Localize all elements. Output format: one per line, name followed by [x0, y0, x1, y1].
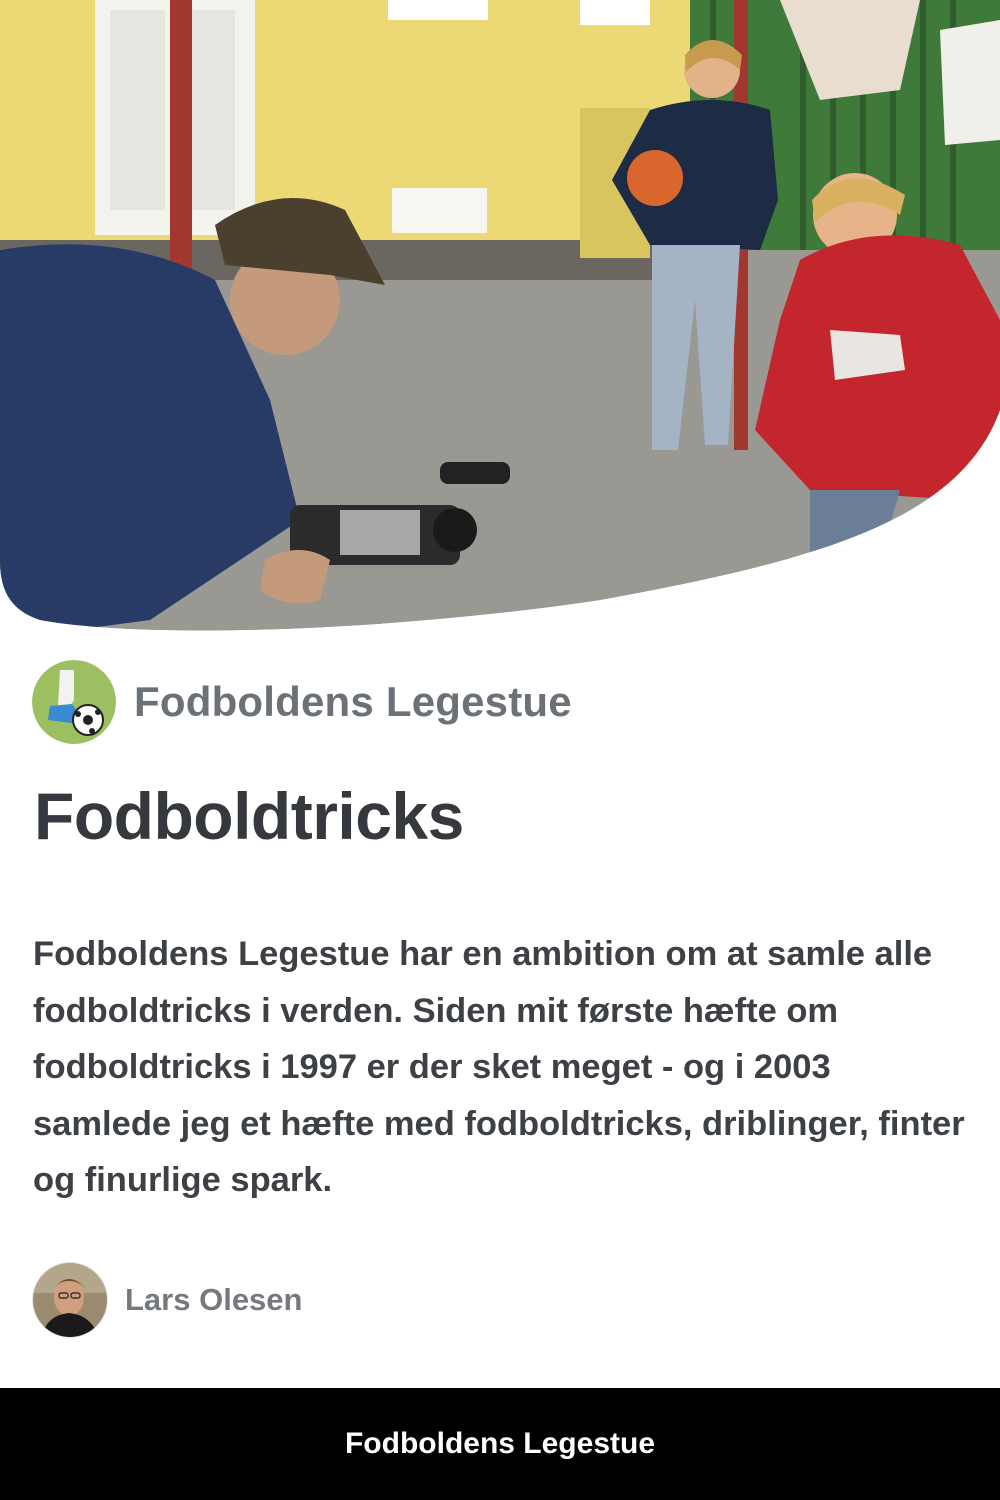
site-header[interactable]: Fodboldens Legestue	[32, 660, 572, 744]
author[interactable]: Lars Olesen	[33, 1262, 302, 1338]
football-kick-icon	[32, 660, 116, 744]
article-description: Fodboldens Legestue har en ambition om a…	[33, 935, 965, 1199]
hero-image	[0, 0, 1000, 640]
footer-label[interactable]: Fodboldens Legestue	[345, 1427, 655, 1461]
author-avatar	[33, 1263, 107, 1337]
site-name[interactable]: Fodboldens Legestue	[134, 678, 572, 726]
author-name[interactable]: Lars Olesen	[125, 1282, 302, 1318]
page-title: Fodboldtricks	[34, 779, 464, 853]
footer-bar: Fodboldens Legestue	[0, 1388, 1000, 1500]
